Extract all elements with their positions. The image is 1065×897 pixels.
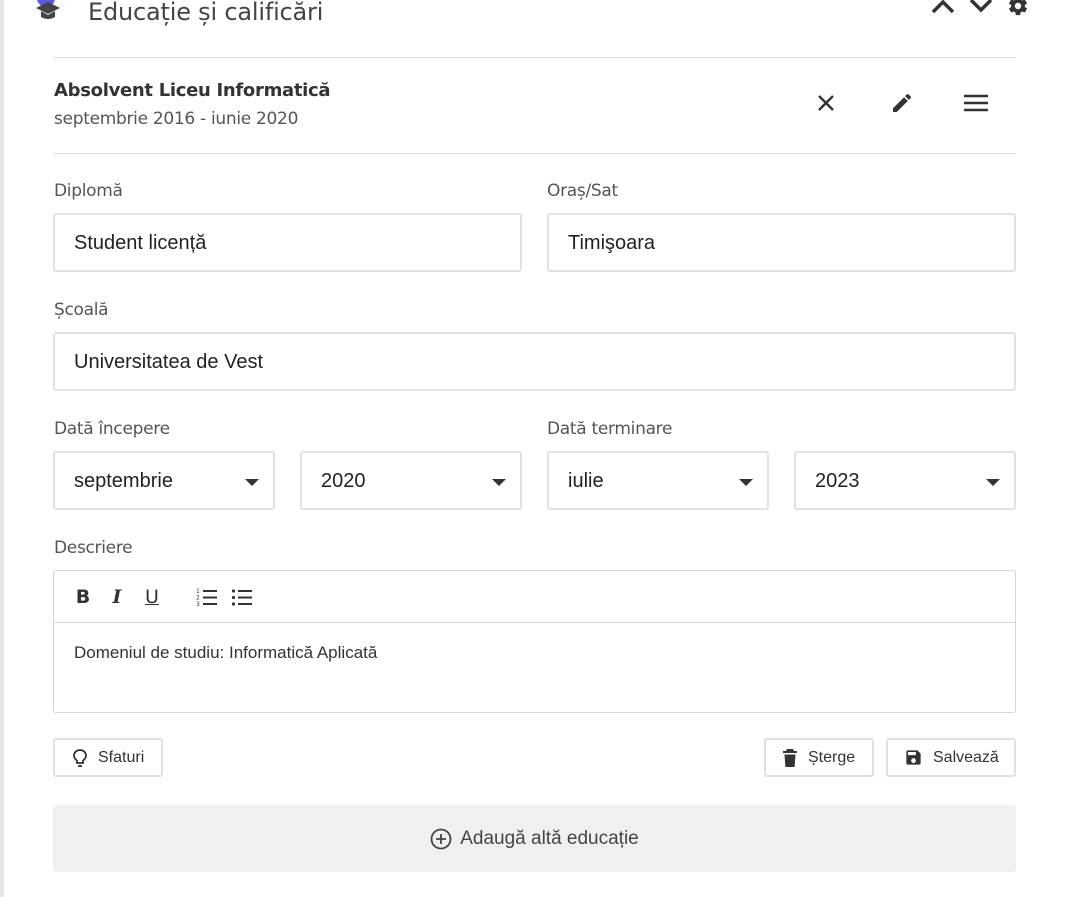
- add-education-label: Adaugă altă educație: [460, 827, 639, 849]
- degree-field[interactable]: Student licență: [53, 213, 522, 272]
- move-down-button[interactable]: [967, 0, 995, 20]
- reorder-entry-button[interactable]: [961, 88, 991, 118]
- section-header: Educație și calificări: [34, 0, 1034, 36]
- start-month-select[interactable]: septembrie: [53, 451, 275, 510]
- entry-dates: septembrie 2016 - iunie 2020: [54, 109, 299, 129]
- svg-text:3: 3: [196, 601, 200, 607]
- graduation-cap-icon: [34, 0, 72, 24]
- city-field[interactable]: Timişoara: [547, 213, 1016, 272]
- plus-circle-icon: [430, 828, 452, 850]
- save-button[interactable]: Salvează: [886, 738, 1016, 777]
- city-value: Timişoara: [568, 232, 656, 254]
- dropdown-arrow-icon: [986, 479, 1000, 486]
- school-label: Școală: [54, 300, 109, 320]
- trash-icon: [782, 748, 798, 768]
- bullet-list-icon: [231, 589, 252, 606]
- description-label: Descriere: [54, 538, 133, 558]
- left-border: [0, 0, 4, 897]
- underline-button[interactable]: U: [141, 584, 163, 610]
- start-date-label: Dată începere: [54, 419, 170, 439]
- settings-button[interactable]: [1004, 0, 1032, 20]
- edit-entry-button[interactable]: [887, 88, 917, 118]
- save-label: Salvează: [933, 748, 999, 766]
- tips-label: Sfaturi: [98, 748, 145, 766]
- end-month-select[interactable]: iulie: [547, 451, 769, 510]
- entry-title: Absolvent Liceu Informatică: [54, 80, 331, 101]
- degree-label: Diplomă: [54, 181, 123, 201]
- bullet-list-button[interactable]: [229, 584, 255, 610]
- chevron-up-icon: [931, 0, 955, 14]
- ordered-list-icon: 1 2 3: [196, 588, 217, 607]
- section-title: Educație și calificări: [88, 0, 324, 26]
- start-year-select[interactable]: 2020: [300, 451, 522, 510]
- start-year-value: 2020: [321, 470, 366, 492]
- degree-value: Student licență: [74, 232, 207, 254]
- city-label: Oraș/Sat: [547, 181, 618, 201]
- italic-button[interactable]: I: [107, 584, 127, 610]
- floppy-disk-icon: [904, 748, 923, 767]
- editor-toolbar: B I U 1 2 3: [54, 571, 1015, 623]
- add-education-button[interactable]: Adaugă altă educație: [53, 805, 1016, 872]
- dropdown-arrow-icon: [739, 479, 753, 486]
- delete-label: Șterge: [808, 748, 856, 766]
- end-date-label: Dată terminare: [547, 419, 673, 439]
- lightbulb-icon: [72, 748, 88, 768]
- description-editor[interactable]: B I U 1 2 3 Domeniul de studiu: Informat…: [53, 570, 1016, 713]
- school-value: Universitatea de Vest: [74, 351, 263, 373]
- gear-icon: [1009, 0, 1027, 16]
- tips-button[interactable]: Sfaturi: [53, 738, 163, 777]
- header-divider: [53, 57, 1016, 58]
- dropdown-arrow-icon: [492, 479, 506, 486]
- end-month-value: iulie: [568, 470, 604, 492]
- entry-divider: [53, 153, 1016, 154]
- chevron-down-icon: [969, 0, 993, 13]
- delete-button[interactable]: Șterge: [764, 738, 874, 777]
- move-up-button[interactable]: [929, 0, 957, 20]
- menu-icon: [964, 94, 988, 112]
- close-icon: [818, 95, 834, 111]
- description-text[interactable]: Domeniul de studiu: Informatică Aplicată: [74, 643, 377, 663]
- pencil-icon: [893, 93, 912, 112]
- end-year-value: 2023: [815, 470, 860, 492]
- bold-button[interactable]: B: [73, 584, 93, 610]
- dropdown-arrow-icon: [245, 479, 259, 486]
- end-year-select[interactable]: 2023: [794, 451, 1016, 510]
- ordered-list-button[interactable]: 1 2 3: [194, 584, 220, 610]
- close-entry-button[interactable]: [811, 88, 841, 118]
- start-month-value: septembrie: [74, 470, 173, 492]
- school-field[interactable]: Universitatea de Vest: [53, 332, 1016, 391]
